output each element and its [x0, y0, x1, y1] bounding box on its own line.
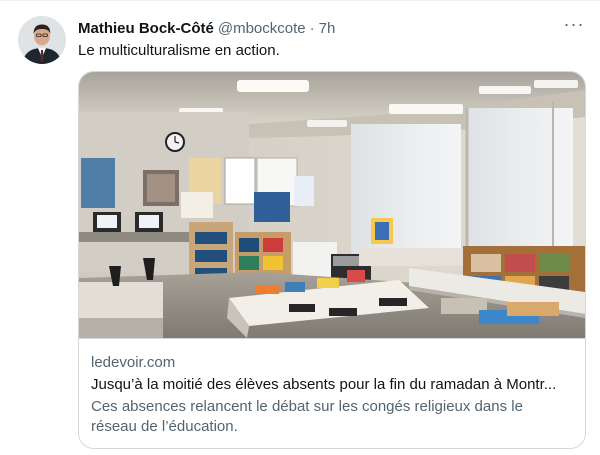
link-card-body[interactable]: ledevoir.com Jusqu’à la moitié des élève…	[79, 338, 585, 448]
link-domain: ledevoir.com	[91, 354, 176, 371]
link-card[interactable]: ledevoir.com Jusqu’à la moitié des élève…	[78, 71, 586, 449]
author-name[interactable]: Mathieu Bock-Côté	[78, 20, 214, 37]
link-description: Ces absences relancent le débat sur les …	[91, 398, 523, 435]
tweet-header: Mathieu Bock-Côté @mbockcote · 7h	[78, 18, 335, 38]
tweet-text: Le multiculturalisme en action.	[78, 42, 280, 59]
avatar[interactable]	[18, 16, 66, 64]
link-card-image[interactable]	[79, 72, 585, 338]
tweet[interactable]: Mathieu Bock-Côté @mbockcote · 7h ··· Le…	[0, 0, 600, 455]
separator-dot: ·	[309, 19, 315, 37]
link-title[interactable]: Jusqu’à la moitié des élèves absents pou…	[91, 375, 573, 395]
author-handle[interactable]: @mbockcote	[218, 20, 306, 37]
more-horizontal-icon[interactable]: ···	[562, 15, 586, 37]
tweet-timestamp[interactable]: 7h	[319, 20, 336, 37]
